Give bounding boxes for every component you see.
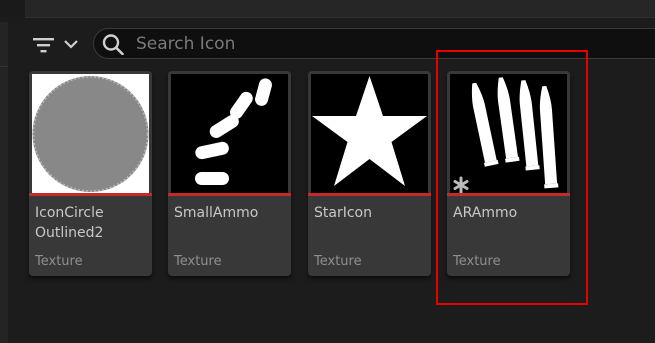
small-ammo-icon <box>195 78 272 185</box>
search-icon <box>102 34 124 55</box>
gray-circle-icon <box>32 76 149 192</box>
asset-tile-smallammo[interactable]: SmallAmmo Texture <box>168 71 291 276</box>
asset-thumbnail <box>311 74 428 193</box>
filter-lines-icon <box>33 38 54 53</box>
asset-name: StarIcon <box>314 205 372 221</box>
asset-tile-iconcircleoutlined2[interactable]: IconCircle Outlined2 Texture <box>29 71 152 276</box>
filter-button[interactable] <box>28 30 84 58</box>
asset-type-label: Texture <box>314 254 362 269</box>
left-panel-edge <box>0 22 8 343</box>
asset-type-label: Texture <box>174 254 222 269</box>
asset-type-bar <box>168 193 291 196</box>
asset-name: IconCircle Outlined2 <box>35 205 104 241</box>
asset-name: SmallAmmo <box>174 205 259 221</box>
panel-seam <box>0 66 8 67</box>
panel-tab-bar <box>25 0 655 18</box>
selection-highlight <box>436 50 588 305</box>
top-strip <box>0 0 655 18</box>
star-icon <box>312 76 427 186</box>
asset-thumbnail <box>32 74 149 193</box>
asset-thumbnail <box>171 74 288 193</box>
asset-type-bar <box>308 193 431 196</box>
chevron-down-icon <box>64 40 78 49</box>
asset-tile-staricon[interactable]: StarIcon Texture <box>308 71 431 276</box>
asset-type-bar <box>29 193 152 196</box>
asset-type-label: Texture <box>35 254 83 269</box>
